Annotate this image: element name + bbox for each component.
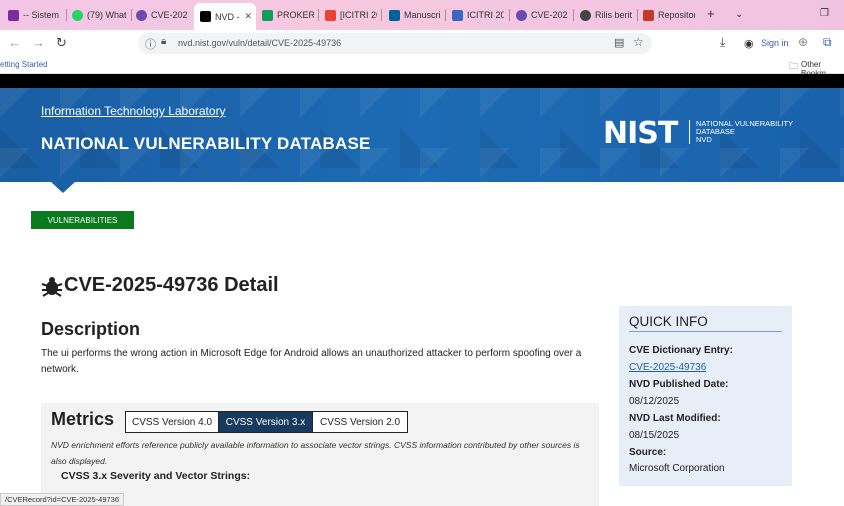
ieee-icon xyxy=(389,9,400,21)
vulnerabilities-button[interactable]: VULNERABILITIES xyxy=(31,211,134,229)
logo-sub-line-3: NVD xyxy=(696,135,712,144)
metrics-heading: Metrics xyxy=(51,409,115,429)
gmail-icon xyxy=(325,9,336,21)
nvd-banner: Information Technology Laboratory NATION… xyxy=(0,88,844,182)
modified-date-value: 08/15/2025 xyxy=(629,430,680,441)
browser-tab-3-active[interactable]: NVD - ✕ xyxy=(194,3,256,30)
tab-label: PROKER E xyxy=(277,10,314,20)
bookmark-star-icon[interactable]: ☆ xyxy=(633,35,644,49)
tab-label: [ICITRI 20 xyxy=(340,10,377,20)
enrichment-note: NVD enrichment efforts reference publicl… xyxy=(51,440,580,466)
lock-icon: 🔒︎ xyxy=(161,36,167,47)
browser-tab-bar: -- Sistem (79) What CVE-2025 NVD - ✕ PROK… xyxy=(0,0,844,30)
tab-label: -- Sistem xyxy=(23,10,59,20)
tab-favicon-icon xyxy=(8,9,19,21)
bug-icon xyxy=(41,277,63,297)
itl-link[interactable]: Information Technology Laboratory xyxy=(41,104,226,118)
cve-detail-title: CVE-2025-49736 Detail xyxy=(64,274,279,296)
status-bar-url: /CVERecord?id=CVE-2025-49736 xyxy=(0,493,125,506)
browser-tab-8[interactable]: CVE-2025 xyxy=(516,4,568,26)
close-tab-icon[interactable]: ✕ xyxy=(245,11,253,22)
whatsapp-icon xyxy=(72,9,83,21)
sign-in-link[interactable]: Sign in xyxy=(761,38,789,48)
conference-icon xyxy=(452,9,463,21)
metrics-section: Metrics CVSS Version 4.0 CVSS Version 3.… xyxy=(41,403,599,506)
browser-tab-5[interactable]: [ICITRI 20 xyxy=(325,4,377,26)
tab-label: Rilis berita xyxy=(595,10,632,20)
shield-icon xyxy=(516,9,527,21)
browser-tab-9[interactable]: Rilis berita xyxy=(580,4,632,26)
source-value: Microsoft Corporation xyxy=(629,463,725,474)
severity-heading: CVSS 3.x Severity and Vector Strings: xyxy=(61,470,251,482)
dict-entry-link[interactable]: CVE-2025-49736 xyxy=(629,362,706,373)
description-heading: Description xyxy=(41,319,141,339)
back-icon[interactable]: ← xyxy=(8,35,21,50)
account-icon: ◉ xyxy=(744,38,754,50)
cvss-v4-button[interactable]: CVSS Version 4.0 xyxy=(125,411,219,433)
tab-label: Repositor xyxy=(658,10,695,20)
shield-icon xyxy=(136,9,147,21)
published-date-value: 08/12/2025 xyxy=(629,396,680,407)
cvss-v3-button[interactable]: CVSS Version 3.x xyxy=(218,411,313,433)
url-text[interactable]: nvd.nist.gov/vuln/detail/CVE-2025-49736 xyxy=(178,38,341,48)
browser-nav-bar: ← → ↻ ⓘ 🔒︎ nvd.nist.gov/vuln/detail/CVE-… xyxy=(0,30,844,56)
nist-logo[interactable]: NIST xyxy=(603,116,678,151)
browser-tab-2[interactable]: CVE-2025 xyxy=(136,4,188,26)
bookmarks-bar: etting Started 🗀︎ Other Bookm xyxy=(0,56,844,78)
browser-tab-1[interactable]: (79) What xyxy=(72,4,128,26)
browser-tab-4[interactable]: PROKER E xyxy=(262,4,314,26)
banner-pointer xyxy=(50,181,76,193)
quick-info-panel: QUICK INFO CVE Dictionary Entry: CVE-202… xyxy=(619,306,792,486)
reader-mode-icon[interactable]: ▤ xyxy=(614,36,624,49)
source-label: Source: xyxy=(629,447,667,458)
tab-label: CVE-2025 xyxy=(531,10,568,20)
tab-label: CVE-2025 xyxy=(151,10,188,20)
modified-date-label: NVD Last Modified: xyxy=(629,413,721,424)
nvd-favicon-icon xyxy=(200,11,211,22)
site-info-icon[interactable]: ⓘ xyxy=(145,36,156,52)
description-text: The ui performs the wrong action in Micr… xyxy=(41,348,582,375)
browser-tab-7[interactable]: ICITRI 202 xyxy=(452,4,504,26)
address-bar[interactable]: ⓘ 🔒︎ nvd.nist.gov/vuln/detail/CVE-2025-4… xyxy=(138,33,652,54)
nist-logo-subtitle: NATIONAL VULNERABILITY DATABASE NVD xyxy=(689,120,793,144)
top-strip xyxy=(0,74,844,88)
translate-icon[interactable]: ⊕ xyxy=(798,35,808,49)
tab-label: NVD - xyxy=(215,11,240,22)
extensions-icon[interactable]: ⧉ xyxy=(823,35,832,50)
bookmark-getting-started[interactable]: etting Started xyxy=(0,60,48,69)
tab-list-chevron-icon[interactable]: ⌄ xyxy=(735,9,743,20)
page-content: Information Technology Laboratory NATION… xyxy=(0,74,844,506)
forward-icon[interactable]: → xyxy=(32,35,45,50)
restore-window-icon[interactable]: ❐ xyxy=(820,8,829,19)
reload-icon[interactable]: ↻ xyxy=(56,35,67,51)
tab-label: Manuscrip xyxy=(404,10,441,20)
tab-label: (79) What xyxy=(87,10,127,20)
sheets-icon xyxy=(262,9,273,21)
browser-tab-10[interactable]: Repositor xyxy=(643,4,695,26)
new-tab-icon[interactable]: + xyxy=(707,6,715,21)
folder-icon: 🗀︎ xyxy=(789,61,799,71)
published-date-label: NVD Published Date: xyxy=(629,379,729,390)
repository-icon xyxy=(643,9,654,21)
tab-label: ICITRI 202 xyxy=(467,10,504,20)
globe-icon xyxy=(580,9,591,21)
quick-info-heading: QUICK INFO xyxy=(629,314,782,332)
dict-entry-label: CVE Dictionary Entry: xyxy=(629,345,733,356)
browser-tab-6[interactable]: Manuscrip xyxy=(389,4,441,26)
browser-tab-0[interactable]: -- Sistem xyxy=(8,4,64,26)
download-icon[interactable]: ⤓ xyxy=(720,35,725,50)
site-title[interactable]: NATIONAL VULNERABILITY DATABASE xyxy=(41,134,371,154)
cvss-v2-button[interactable]: CVSS Version 2.0 xyxy=(312,411,408,433)
